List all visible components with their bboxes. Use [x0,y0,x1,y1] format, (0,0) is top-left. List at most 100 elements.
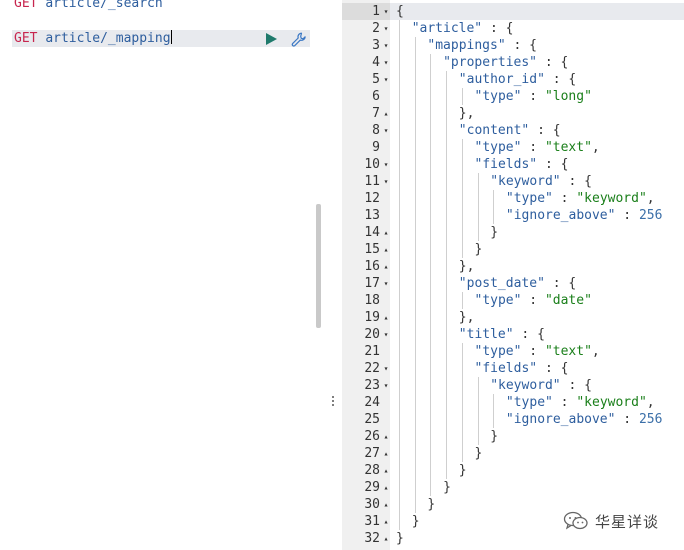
json-key: "author_id" [458,72,545,87]
json-key: "type" [505,395,553,410]
fold-toggle-up-icon[interactable]: ▴ [382,445,390,462]
response-viewer[interactable]: {"article" : {"mappings" : {"properties"… [342,0,684,550]
line-number: 4 [372,55,380,70]
json-key: "fields" [474,361,538,376]
fold-toggle-up-icon[interactable]: ▴ [382,224,390,241]
fold-toggle-up-icon[interactable]: ▴ [382,530,390,547]
json-string: "text" [544,140,592,155]
pane-splitter[interactable] [326,0,342,550]
json-key: "type" [474,89,522,104]
line-number: 16 [364,259,380,274]
json-punctuation: : { [537,361,569,376]
line-number: 31 [364,514,380,529]
code-line: "content" : { [459,122,561,139]
json-punctuation: } [490,429,499,444]
json-punctuation: : [552,395,577,410]
code-line: "type" : "date" [475,292,592,309]
json-punctuation: : { [537,157,569,172]
fold-toggle-up-icon[interactable]: ▴ [382,258,390,275]
line-number: 23 [364,378,380,393]
json-punctuation: } [490,225,499,240]
fold-toggle-up-icon[interactable]: ▴ [382,309,390,326]
request-method: GET [14,31,38,46]
indent-guide [414,37,416,513]
line-number: 26 [364,429,380,444]
fold-toggle-up-icon[interactable]: ▴ [382,496,390,513]
fold-toggle-up-icon[interactable]: ▴ [382,105,390,122]
fold-toggle-up-icon[interactable]: ▴ [382,462,390,479]
code-line: } [396,530,404,547]
code-line: "ignore_above" : 256 [506,411,663,428]
line-number: 17 [364,276,380,291]
fold-toggle-up-icon[interactable]: ▴ [382,241,390,258]
json-punctuation: : { [560,174,592,189]
fold-toggle-down-icon[interactable]: ▾ [382,71,390,88]
indent-guide [477,377,479,445]
json-punctuation: : { [482,21,514,36]
line-number: 13 [364,208,380,223]
code-line: "type" : "text", [475,343,600,360]
line-number: 12 [364,191,380,206]
json-punctuation: } [458,463,467,478]
line-number: 27 [364,446,380,461]
fold-toggle-down-icon[interactable]: ▾ [382,377,390,394]
fold-toggle-up-icon[interactable]: ▴ [382,479,390,496]
request-line-active[interactable]: GET article/_mapping [14,30,172,47]
json-punctuation: } [474,446,483,461]
fold-toggle-down-icon[interactable]: ▾ [382,326,390,343]
indent-guide [461,343,463,462]
line-number: 19 [364,310,380,325]
fold-toggle-up-icon[interactable]: ▴ [382,513,390,530]
vertical-scrollbar[interactable] [316,204,321,328]
fold-toggle-down-icon[interactable]: ▾ [382,20,390,37]
line-number: 11 [364,174,380,189]
code-line: { [396,3,404,20]
code-line: "ignore_above" : 256 [506,207,663,224]
json-punctuation: : [521,293,545,308]
watermark-text: 华星详谈 [595,512,660,531]
code-line: } [490,224,498,241]
indent-guide [399,20,400,530]
indent-guide [430,54,432,496]
fold-toggle-down-icon[interactable]: ▾ [382,3,390,20]
json-punctuation: , [591,344,600,359]
line-number: 6 [372,89,380,104]
fold-toggle-down-icon[interactable]: ▾ [382,275,390,292]
fold-toggle-down-icon[interactable]: ▾ [382,37,390,54]
json-key: "post_date" [458,276,545,291]
json-punctuation: , [646,191,655,206]
json-punctuation: } [411,514,420,529]
json-punctuation: : [615,412,639,427]
code-line: "article" : { [412,20,514,37]
code-line: "type" : "keyword", [506,394,655,411]
code-line: } [459,462,467,479]
fold-toggle-down-icon[interactable]: ▾ [382,360,390,377]
json-punctuation: : [615,208,639,223]
fold-toggle-up-icon[interactable]: ▴ [382,428,390,445]
indent-guide [461,139,463,258]
code-line: "type" : "keyword", [506,190,655,207]
json-punctuation: } [427,497,436,512]
json-string: "date" [544,293,592,308]
line-number: 7 [372,106,380,121]
run-request-button[interactable] [266,33,277,45]
fold-toggle-down-icon[interactable]: ▾ [382,156,390,173]
json-punctuation: : [552,191,577,206]
json-key: "type" [505,191,553,206]
code-line: "fields" : { [475,156,569,173]
json-punctuation: : { [529,123,561,138]
fold-toggle-down-icon[interactable]: ▾ [382,54,390,71]
indent-guide [493,190,495,224]
vertical-ellipsis-icon[interactable] [331,394,335,408]
json-key: "ignore_above" [505,208,616,223]
text-cursor [170,30,172,44]
json-punctuation: : [521,89,545,104]
request-editor[interactable]: GET article/_search GET article/_mapping [0,0,326,550]
json-punctuation: : { [505,38,537,53]
request-line[interactable]: GET article/_search [14,0,163,12]
wrench-icon[interactable] [290,31,308,49]
json-punctuation: }, [458,106,475,121]
fold-toggle-down-icon[interactable]: ▾ [382,122,390,139]
json-string: "keyword" [576,191,647,206]
fold-toggle-down-icon[interactable]: ▾ [382,173,390,190]
